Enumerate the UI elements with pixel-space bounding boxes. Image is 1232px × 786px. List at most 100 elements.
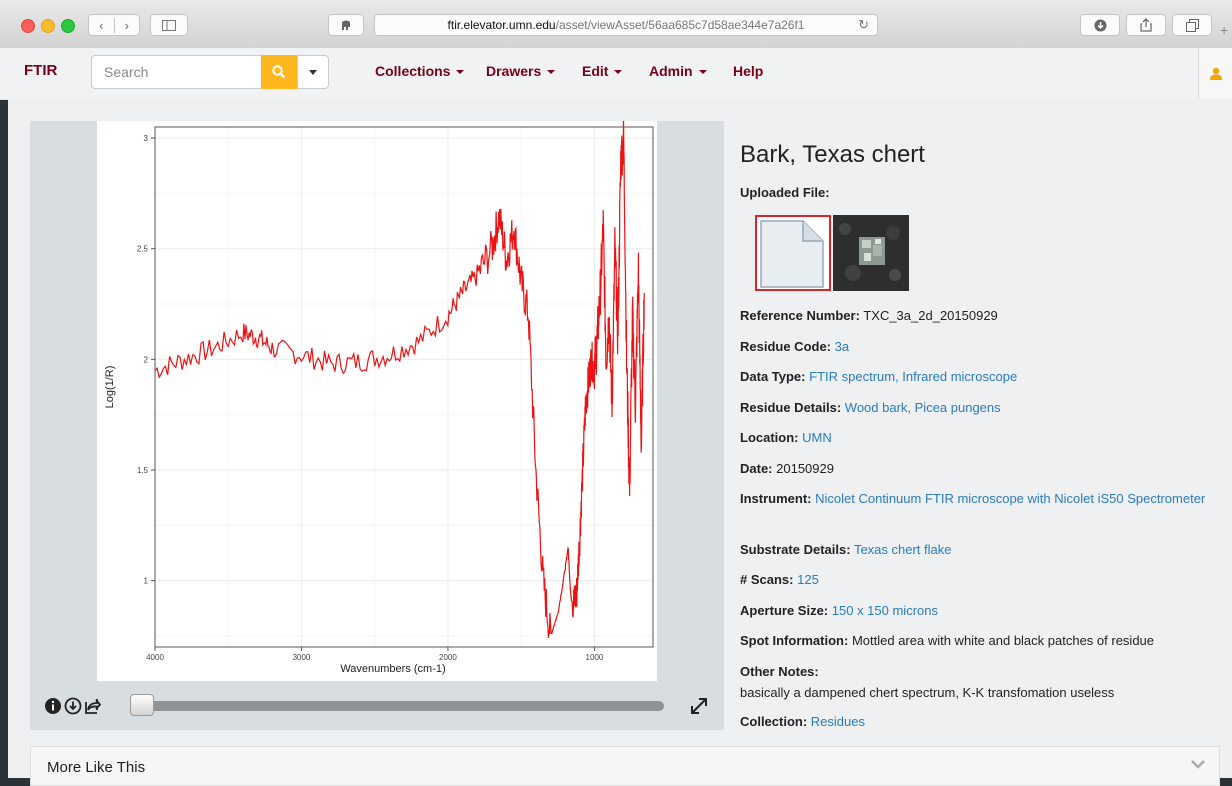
tab-overview-button[interactable] [1172,14,1212,36]
user-menu[interactable] [1198,48,1232,99]
field-key: Residue Details: [740,400,842,415]
download-icon[interactable] [64,697,82,715]
x-tick-label: 3000 [293,653,311,662]
y-ticks: 1 1.5 2 2.5 3 [137,134,155,586]
caret-down-icon [547,70,556,75]
download-icon [1094,19,1106,31]
field-key: Other Notes: [740,664,819,679]
field-substrate-details: Substrate Details: Texas chert flake [740,539,1220,560]
minimize-window-button[interactable] [41,19,55,33]
field-value-link[interactable]: Wood bark, Picea pungens [845,400,1001,415]
spectrum-chart-svg: 1 1.5 2 2.5 3 4000 3000 2000 1000 Wavenumbers (… [104,118,654,675]
tabs-icon [1185,18,1199,32]
caret-down-icon [456,70,465,75]
scrubber-track[interactable] [140,701,664,711]
search-options-button[interactable] [297,55,329,89]
field-key: Data Type: [740,369,806,384]
search-input[interactable] [91,55,262,89]
field-value-link[interactable]: Nicolet Continuum FTIR microscope with N… [815,491,1205,506]
y-tick-label: 3 [144,134,149,143]
field-date: Date: 20150929 [740,458,1220,479]
field-key: Spot Information: [740,633,849,648]
field-value-link[interactable]: UMN [802,430,832,445]
chevron-down-icon[interactable] [1191,759,1205,769]
field-key: Aperture Size: [740,603,829,618]
close-window-button[interactable] [21,19,35,33]
spectrum-chart: 1 1.5 2 2.5 3 4000 3000 2000 1000 Wavenumbers (… [97,118,657,681]
nav-help[interactable]: Help [733,63,763,79]
uploaded-file-label: Uploaded File: [740,185,830,200]
user-icon [1210,67,1222,80]
field-value: basically a dampened chert spectrum, K-K… [740,685,1115,700]
share-icon [1140,18,1152,32]
x-tick-label: 4000 [146,653,164,662]
nav-edit-label: Edit [582,63,609,79]
more-like-this-panel[interactable]: More Like This [30,746,1220,786]
nav-drawers[interactable]: Drawers [486,63,556,79]
nav-drawers-label: Drawers [486,63,542,79]
downloads-button[interactable] [1080,14,1120,36]
field-instrument: Instrument: Nicolet Continuum FTIR micro… [740,488,1220,509]
fullscreen-icon[interactable] [688,695,710,717]
reload-icon[interactable]: ↻ [858,17,869,33]
url-domain: ftir.elevator.umn.edu [447,18,556,32]
maximize-window-button[interactable] [61,19,75,33]
browser-toolbar: ‹ › ftir.elevator.umn.edu/asset/viewAsse… [0,0,1232,49]
more-like-this-label: More Like This [47,759,146,776]
field-scans: # Scans: 125 [740,569,1220,590]
app-navbar: FTIR Collections Drawers Edit Admin Help [0,48,1232,100]
field-key: Location: [740,430,799,445]
field-value: TXC_3a_2d_20150929 [863,308,998,323]
uploaded-file-thumbnail[interactable] [755,215,831,291]
share-icon[interactable] [84,697,102,715]
field-value-link[interactable]: Residues [811,714,865,729]
extension-button[interactable] [328,14,364,36]
media-controls [30,687,724,730]
search-button[interactable] [261,55,297,89]
y-tick-label: 1 [144,577,149,586]
field-location: Location: UMN [740,427,1220,448]
forward-icon[interactable]: › [113,17,140,33]
nav-collections-label: Collections [375,63,451,79]
field-value-link[interactable]: 150 x 150 microns [832,603,938,618]
share-button[interactable] [1126,14,1166,36]
field-value-link[interactable]: FTIR spectrum, Infrared microscope [809,369,1017,384]
nav-edit[interactable]: Edit [582,63,623,79]
brand-logo[interactable]: FTIR [24,62,57,79]
field-residue-code: Residue Code: 3a [740,336,1220,357]
elephant-icon [342,20,350,30]
field-value-link[interactable]: 125 [797,572,819,587]
field-value-link[interactable]: Texas chert flake [854,542,952,557]
y-tick-label: 2.5 [137,245,149,254]
sidebar-icon [162,19,176,31]
field-key: Collection: [740,714,808,729]
new-tab-button[interactable]: + [1220,22,1228,38]
field-key: Substrate Details: [740,542,851,557]
y-tick-label: 1.5 [137,466,149,475]
nav-admin[interactable]: Admin [649,63,707,79]
field-key: # Scans: [740,572,794,587]
field-value-link[interactable]: 3a [835,339,849,354]
back-icon[interactable]: ‹ [89,18,114,33]
field-data-type: Data Type: FTIR spectrum, Infrared micro… [740,366,1220,387]
sample-image-thumbnail[interactable] [833,215,909,291]
nav-help-label: Help [733,63,764,79]
field-aperture-size: Aperture Size: 150 x 150 microns [740,600,1220,621]
field-value: 20150929 [776,461,834,476]
caret-down-icon [698,70,707,75]
document-icon [760,220,824,288]
x-tick-label: 1000 [586,653,604,662]
field-value: Mottled area with white and black patche… [851,633,1155,648]
chert-sample-image [833,215,909,291]
asset-title: Bark, Texas chert [740,141,925,168]
info-icon[interactable] [44,697,62,715]
scrubber-handle[interactable] [130,694,154,716]
asset-viewer: 1 1.5 2 2.5 3 4000 3000 2000 1000 Wavenumbers (… [30,118,724,730]
field-other-notes: Other Notes: basically a dampened chert s… [740,661,1220,703]
address-bar[interactable]: ftir.elevator.umn.edu/asset/viewAsset/56… [374,14,878,36]
field-collection: Collection: Residues [740,711,1220,732]
url-path: /asset/viewAsset/56aa685c7d58ae344e7a26f… [555,18,805,32]
sidebar-toggle-button[interactable] [150,14,188,36]
nav-collections[interactable]: Collections [375,63,465,79]
caret-down-icon [614,70,623,75]
